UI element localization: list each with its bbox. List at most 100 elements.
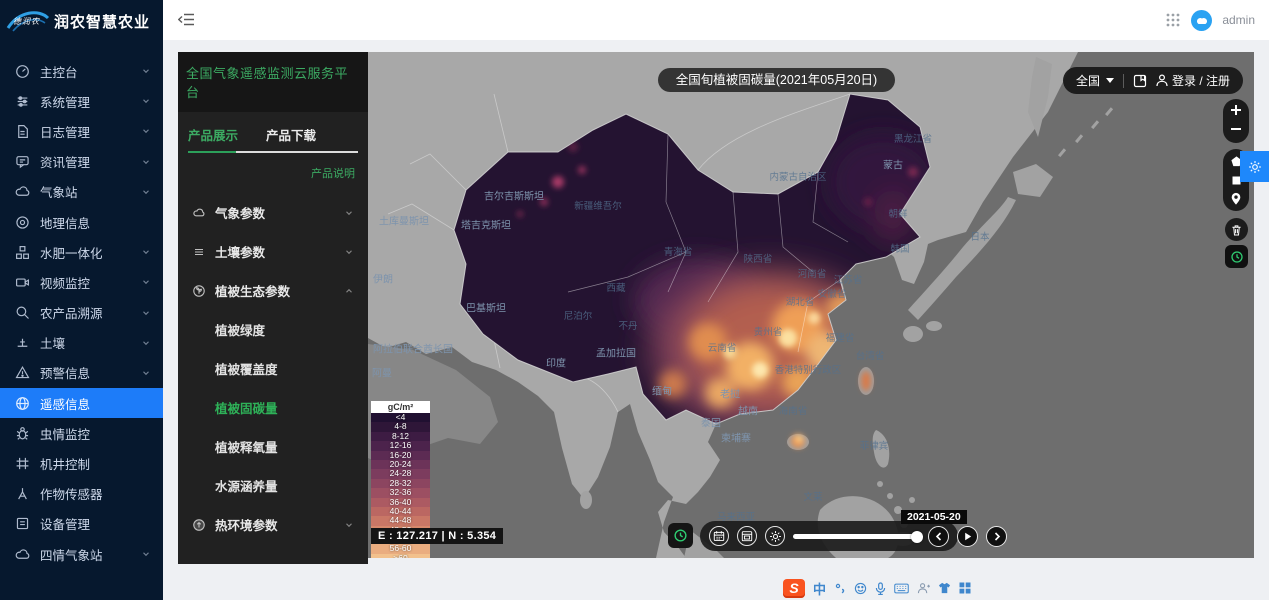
map-place-label: 新疆维吾尔 xyxy=(574,198,622,212)
map-place-label: 文莱 xyxy=(803,489,822,503)
timeline-settings-icon[interactable] xyxy=(765,526,785,546)
sogou-logo[interactable]: S xyxy=(783,579,805,598)
next-frame-button[interactable] xyxy=(986,526,1007,547)
sidebar-item[interactable]: 土壤 xyxy=(0,328,163,358)
ime-mic-icon[interactable] xyxy=(875,582,886,595)
calendar-icon[interactable] xyxy=(709,526,729,546)
map-place-label: 塔吉克斯坦 xyxy=(461,217,511,232)
sidebar-item[interactable]: 主控台 xyxy=(0,56,163,86)
region-selector-label: 全国 xyxy=(1076,72,1100,89)
tree-leaf[interactable]: 植被固碳量 xyxy=(178,388,368,427)
sidebar-item-label: 农产品溯源 xyxy=(40,303,103,322)
collapse-sidebar-icon[interactable] xyxy=(178,12,195,32)
video-icon xyxy=(15,275,30,290)
timeline-reset-button[interactable] xyxy=(668,523,693,548)
tree-node[interactable]: 气象参数 xyxy=(178,193,368,232)
login-register-button[interactable]: 登录 / 注册 xyxy=(1156,72,1230,89)
timeline-bar: 2021-05-20 xyxy=(700,521,958,551)
map-place-label: 缅甸 xyxy=(652,383,672,398)
sidebar-item[interactable]: 系统管理 xyxy=(0,86,163,116)
pest-icon xyxy=(15,426,30,441)
gear-icon xyxy=(1248,160,1262,174)
sidebar-item-label: 地理信息 xyxy=(40,213,90,232)
sidebar-item-label: 系统管理 xyxy=(40,92,90,111)
ime-punctuation-icon[interactable] xyxy=(834,582,846,594)
history-clock-icon xyxy=(1230,250,1244,264)
previous-frame-button[interactable] xyxy=(928,526,949,547)
product-note-link[interactable]: 产品说明 xyxy=(178,153,368,183)
calendar-month-icon[interactable] xyxy=(737,526,757,546)
sidebar-item[interactable]: 四情气象站 xyxy=(0,539,163,569)
trace-icon xyxy=(15,305,30,320)
reset-view-button[interactable] xyxy=(1225,245,1248,268)
device-icon xyxy=(15,516,30,531)
sidebar-item[interactable]: 预警信息 xyxy=(0,358,163,388)
chevron-down-icon xyxy=(141,549,151,559)
apps-grid-icon[interactable] xyxy=(1165,12,1181,28)
avatar[interactable] xyxy=(1191,10,1212,31)
tree-leaf[interactable]: 植被释氧量 xyxy=(178,427,368,466)
sidebar-item[interactable]: 农产品溯源 xyxy=(0,298,163,328)
sidebar-item[interactable]: 虫情监控 xyxy=(0,418,163,448)
zoom-in-button[interactable] xyxy=(1230,104,1242,119)
map-place-label: 香港特别行政区 xyxy=(775,362,842,376)
map-place-label: 孟加拉国 xyxy=(596,345,636,360)
ime-skin-clothes-icon[interactable] xyxy=(938,582,951,594)
panel-title: 全国气象遥感监测云服务平台 xyxy=(178,52,368,112)
clear-draw-button[interactable] xyxy=(1225,218,1248,241)
marker-tool-icon[interactable] xyxy=(1230,192,1242,205)
map-settings-button[interactable] xyxy=(1240,151,1269,182)
sidebar-item[interactable]: 水肥一体化 xyxy=(0,237,163,267)
ime-toolbox-icon[interactable] xyxy=(959,582,971,594)
timeline-slider-handle[interactable] xyxy=(911,531,923,543)
tree-leaf[interactable]: 植被绿度 xyxy=(178,310,368,349)
chevron-up-icon xyxy=(344,286,354,296)
tree-node-label: 植被生态参数 xyxy=(215,281,290,300)
tree-node[interactable]: 植被生态参数 xyxy=(178,271,368,310)
sidebar-item[interactable]: 视频监控 xyxy=(0,267,163,297)
timeline-slider-track[interactable] xyxy=(793,534,920,539)
tree-leaf[interactable]: 植被覆盖度 xyxy=(178,349,368,388)
tree-node[interactable]: 热环境参数 xyxy=(178,505,368,544)
top-header: admin xyxy=(163,0,1269,40)
bookmark-book-icon[interactable] xyxy=(1133,74,1147,88)
geo-icon xyxy=(15,215,30,230)
map-canvas[interactable]: 蒙古吉尔吉斯斯坦塔吉克斯坦土库曼斯坦伊朗巴基斯坦阿拉伯联合酋长国阿曼印度尼泊尔不… xyxy=(368,52,1254,558)
sidebar-item-label: 视频监控 xyxy=(40,273,90,292)
tree-node-label: 热环境参数 xyxy=(215,515,278,534)
sidebar-item[interactable]: 气象站 xyxy=(0,177,163,207)
map-place-label: 伊朗 xyxy=(373,271,393,286)
chevron-down-icon xyxy=(1106,78,1114,83)
sidebar-item[interactable]: 机井控制 xyxy=(0,448,163,478)
chevron-down-icon xyxy=(344,208,354,218)
sidebar-item[interactable]: 遥感信息 xyxy=(0,388,163,418)
map-place-label: 海南省 xyxy=(779,403,808,417)
map-place-label: 福建省 xyxy=(826,330,855,344)
timeline-slider: 2021-05-20 xyxy=(793,526,920,546)
ime-keyboard-icon[interactable] xyxy=(894,583,909,594)
product-tree: 气象参数土壤参数植被生态参数植被绿度植被覆盖度植被固碳量植被释氧量水源涵养量热环… xyxy=(178,183,368,544)
sidebar-item[interactable]: 地理信息 xyxy=(0,207,163,237)
ime-user-plus-icon[interactable] xyxy=(917,582,930,594)
region-selector[interactable]: 全国 xyxy=(1076,72,1114,89)
map-place-label: 尼泊尔 xyxy=(564,308,593,322)
tree-leaf[interactable]: 水源涵养量 xyxy=(178,466,368,505)
map-place-label: 泰国 xyxy=(701,415,721,430)
ime-emoji-icon[interactable] xyxy=(854,582,867,595)
tree-node[interactable]: 土壤参数 xyxy=(178,232,368,271)
play-button[interactable] xyxy=(957,526,978,547)
sidebar-item[interactable]: 资讯管理 xyxy=(0,147,163,177)
tab-product-display[interactable]: 产品展示 xyxy=(188,125,238,144)
sidebar-item[interactable]: 作物传感器 xyxy=(0,479,163,509)
zoom-out-button[interactable] xyxy=(1230,123,1242,138)
ime-mode-chinese[interactable]: 中 xyxy=(813,579,826,598)
sidebar-item[interactable]: 设备管理 xyxy=(0,509,163,539)
tree-node-label: 气象参数 xyxy=(215,203,265,222)
sidebar-item[interactable]: 日志管理 xyxy=(0,116,163,146)
map-place-label: 日本 xyxy=(970,229,989,243)
sidebar: 德润农 润农智慧农业 主控台系统管理日志管理资讯管理气象站地理信息水肥一体化视频… xyxy=(0,0,163,600)
tab-product-download[interactable]: 产品下载 xyxy=(266,125,316,144)
chevron-down-icon xyxy=(141,368,151,378)
sidebar-item-label: 主控台 xyxy=(40,62,78,81)
sidebar-item-label: 资讯管理 xyxy=(40,152,90,171)
